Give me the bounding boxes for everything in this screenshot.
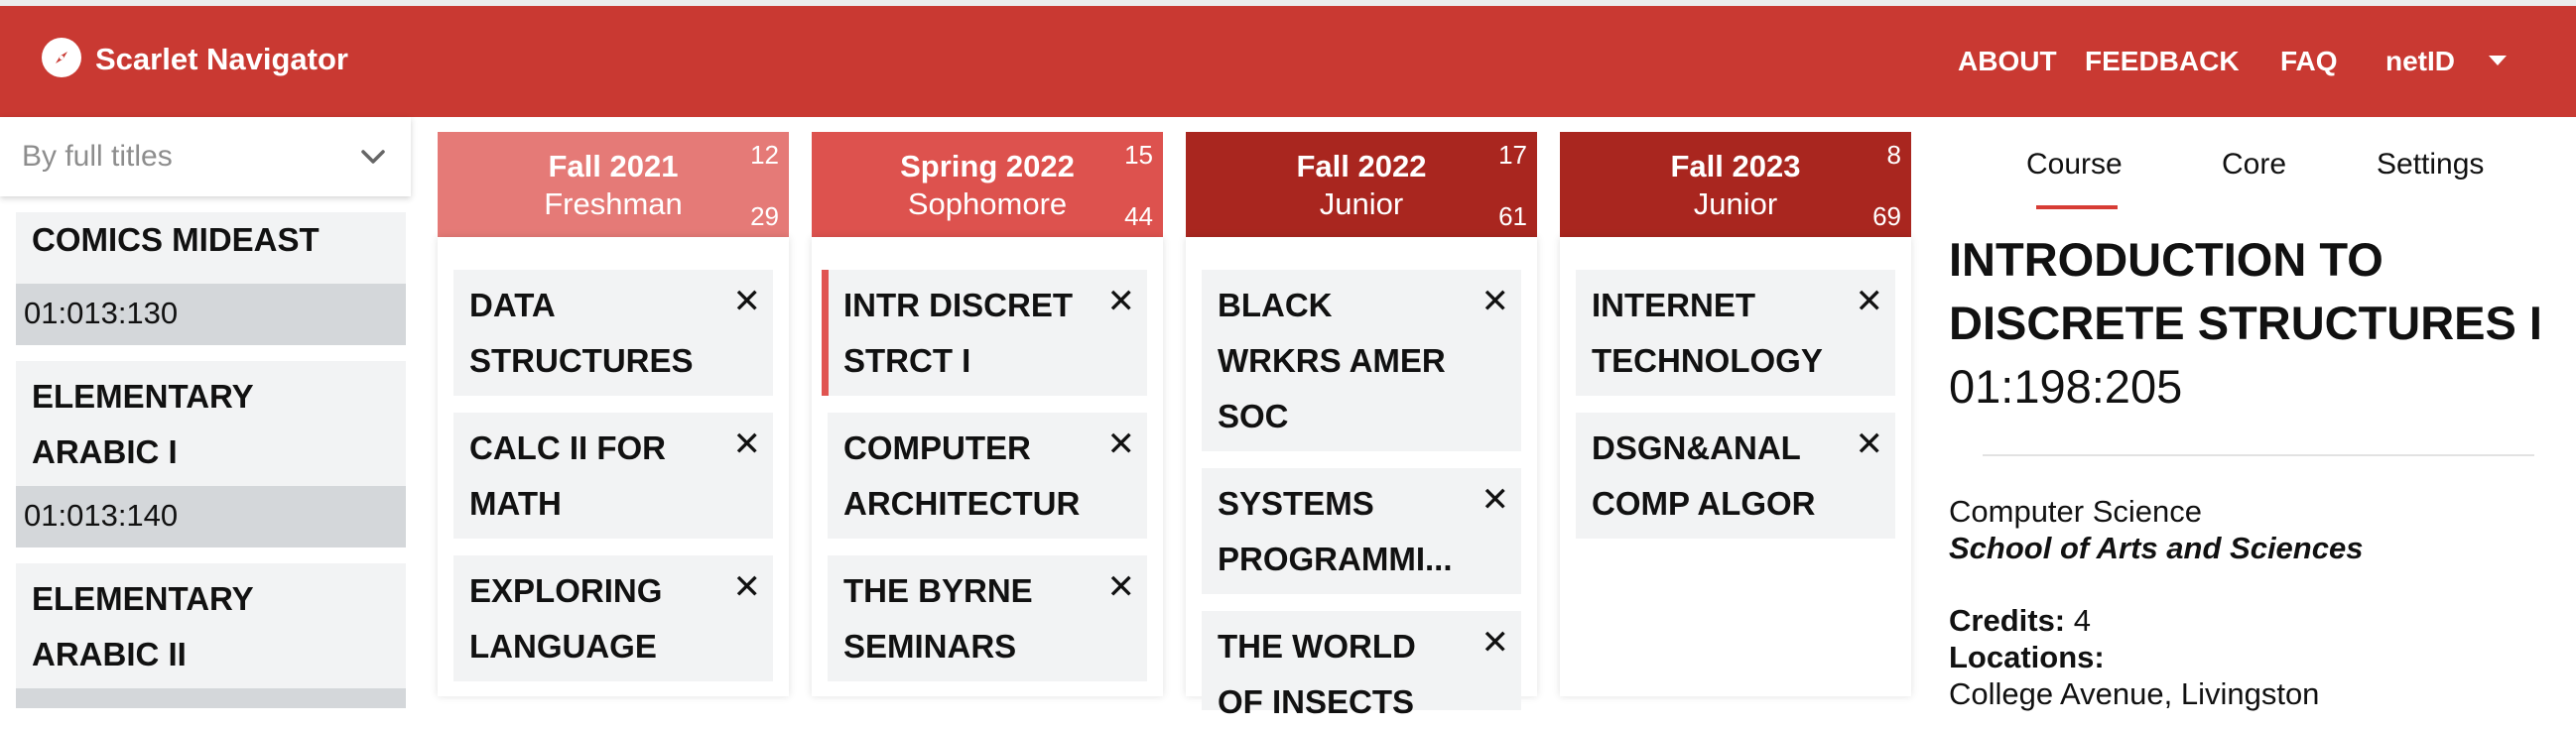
remove-course-icon[interactable]: ✕ bbox=[1856, 426, 1884, 462]
locations-label: Locations: bbox=[1949, 640, 2105, 674]
semester-header[interactable]: Spring 2022 Sophomore 15 44 bbox=[812, 132, 1163, 237]
course-detail-title: INTRODUCTION TO DISCRETE STRUCTURES I bbox=[1949, 233, 2542, 349]
course-card[interactable]: DATA STRUCTURES ✕ bbox=[453, 270, 773, 396]
semester-name: Fall 2021 bbox=[548, 149, 679, 183]
course-card[interactable]: SYSTEMS PROGRAMMI... ✕ bbox=[1202, 468, 1521, 594]
search-mode-label: By full titles bbox=[22, 140, 173, 173]
course-detail-code: 01:198:205 bbox=[1949, 360, 2183, 413]
search-result-code: 01:013:140 bbox=[16, 486, 406, 548]
search-result-item[interactable]: ELEMENTARY ARABIC II bbox=[16, 563, 406, 702]
cumulative-credits: 44 bbox=[1124, 201, 1153, 231]
course-card[interactable]: BLACK WRKRS AMER SOC ✕ bbox=[1202, 270, 1521, 451]
semester-year: Junior bbox=[1693, 186, 1778, 221]
semester-column: INTERNET TECHNOLOGY ✕ DSGN&ANAL COMP ALGOR… bbox=[1560, 237, 1911, 696]
course-card-title: COMPUTER ARCHITECTUR bbox=[843, 429, 1081, 522]
course-card-title: THE WORLD OF INSECTS bbox=[1218, 628, 1416, 720]
active-tab-indicator bbox=[2036, 205, 2118, 209]
compass-icon bbox=[42, 38, 81, 77]
course-card-title: THE BYRNE SEMINARS bbox=[843, 572, 1033, 665]
semester-year: Junior bbox=[1319, 186, 1404, 221]
course-card[interactable]: THE BYRNE SEMINARS ✕ bbox=[828, 555, 1147, 681]
semester-name: Spring 2022 bbox=[900, 149, 1075, 183]
cumulative-credits: 61 bbox=[1498, 201, 1527, 231]
chevron-down-icon[interactable] bbox=[359, 147, 387, 167]
app-brand[interactable]: Scarlet Navigator bbox=[95, 40, 348, 79]
tab-course[interactable]: Course bbox=[2026, 139, 2123, 190]
search-mode-select[interactable]: By full titles bbox=[0, 117, 411, 196]
search-result-code bbox=[16, 688, 406, 708]
course-card-title: EXPLORING LANGUAGE bbox=[469, 572, 663, 665]
semester-header[interactable]: Fall 2022 Junior 17 61 bbox=[1186, 132, 1537, 237]
course-school: School of Arts and Sciences bbox=[1949, 531, 2364, 565]
semester-name: Fall 2022 bbox=[1296, 149, 1427, 183]
course-card-title: DSGN&ANAL COMP ALGOR bbox=[1592, 429, 1816, 522]
semester-credits: 8 bbox=[1886, 140, 1901, 170]
remove-course-icon[interactable]: ✕ bbox=[1107, 426, 1136, 462]
semester-credits: 17 bbox=[1498, 140, 1527, 170]
search-result-title: ARABIC I bbox=[32, 433, 178, 470]
selection-indicator bbox=[822, 270, 829, 396]
course-card[interactable]: COMPUTER ARCHITECTUR ✕ bbox=[828, 413, 1147, 539]
nav-feedback-link[interactable]: FEEDBACK bbox=[2085, 42, 2240, 81]
course-card[interactable]: CALC II FOR MATH ✕ bbox=[453, 413, 773, 539]
semester-header[interactable]: Fall 2023 Junior 8 69 bbox=[1560, 132, 1911, 237]
locations-value: College Avenue, Livingston bbox=[1949, 676, 2320, 711]
chevron-down-icon[interactable] bbox=[2489, 56, 2507, 65]
search-result-code: 01:013:130 bbox=[16, 284, 406, 345]
course-credits: Credits: 4 bbox=[1949, 601, 2091, 641]
search-result-title: ARABIC II bbox=[32, 636, 187, 672]
nav-faq-link[interactable]: FAQ bbox=[2280, 42, 2338, 81]
semester-name: Fall 2023 bbox=[1670, 149, 1801, 183]
semester-column: DATA STRUCTURES ✕ CALC II FOR MATH ✕ EXPLO… bbox=[438, 237, 789, 696]
semester-header[interactable]: Fall 2021 Freshman 12 29 bbox=[438, 132, 789, 237]
course-card-title: INTR DISCRET STRCT I bbox=[843, 287, 1073, 379]
semester-year: Sophomore bbox=[907, 186, 1068, 221]
remove-course-icon[interactable]: ✕ bbox=[733, 284, 762, 319]
semester-credits: 15 bbox=[1124, 140, 1153, 170]
course-department: Computer Science bbox=[1949, 494, 2203, 529]
semester-year: Freshman bbox=[544, 186, 683, 221]
semester-credits: 12 bbox=[750, 140, 779, 170]
remove-course-icon[interactable]: ✕ bbox=[1481, 284, 1510, 319]
course-card-selected[interactable]: INTR DISCRET STRCT I ✕ bbox=[822, 270, 1147, 396]
tab-core[interactable]: Core bbox=[2222, 139, 2286, 190]
course-card-title: DATA STRUCTURES bbox=[469, 287, 694, 379]
credits-value: 4 bbox=[2073, 603, 2092, 638]
search-result-code-text: 01:013:140 bbox=[24, 498, 179, 533]
course-card-title: CALC II FOR MATH bbox=[469, 429, 666, 522]
course-card-title: INTERNET TECHNOLOGY bbox=[1592, 287, 1823, 379]
remove-course-icon[interactable]: ✕ bbox=[733, 426, 762, 462]
divider bbox=[1983, 454, 2534, 456]
course-card[interactable]: INTERNET TECHNOLOGY ✕ bbox=[1576, 270, 1895, 396]
cumulative-credits: 29 bbox=[750, 201, 779, 231]
cumulative-credits: 69 bbox=[1872, 201, 1901, 231]
course-card[interactable]: THE WORLD OF INSECTS ✕ bbox=[1202, 611, 1521, 720]
user-menu-button[interactable]: netID bbox=[2385, 42, 2455, 81]
remove-course-icon[interactable]: ✕ bbox=[1107, 569, 1136, 605]
search-result-title: COMICS MIDEAST bbox=[32, 221, 320, 258]
course-card-title: SYSTEMS PROGRAMMI... bbox=[1218, 485, 1453, 577]
search-result-title: ELEMENTARY bbox=[32, 580, 254, 617]
semester-column: BLACK WRKRS AMER SOC ✕ SYSTEMS PROGRAMMI...… bbox=[1186, 237, 1537, 720]
nav-about-link[interactable]: ABOUT bbox=[1958, 42, 2057, 81]
semester-column: INTR DISCRET STRCT I ✕ COMPUTER ARCHITECTU… bbox=[812, 237, 1163, 696]
credits-label: Credits: bbox=[1949, 603, 2066, 638]
course-card[interactable]: EXPLORING LANGUAGE ✕ bbox=[453, 555, 773, 681]
top-navbar: Scarlet Navigator ABOUT FEEDBACK FAQ net… bbox=[0, 0, 2576, 117]
remove-course-icon[interactable]: ✕ bbox=[1481, 482, 1510, 518]
search-result-code-text: 01:013:130 bbox=[24, 296, 179, 330]
remove-course-icon[interactable]: ✕ bbox=[1481, 625, 1510, 661]
course-search-results: COMICS MIDEAST 01:013:130 ELEMENTARY ARA… bbox=[0, 196, 411, 708]
tab-settings[interactable]: Settings bbox=[2377, 139, 2484, 190]
course-card-title: BLACK WRKRS AMER SOC bbox=[1218, 287, 1446, 434]
search-result-title: ELEMENTARY bbox=[32, 378, 254, 415]
remove-course-icon[interactable]: ✕ bbox=[1856, 284, 1884, 319]
course-card[interactable]: DSGN&ANAL COMP ALGOR ✕ bbox=[1576, 413, 1895, 539]
remove-course-icon[interactable]: ✕ bbox=[733, 569, 762, 605]
remove-course-icon[interactable]: ✕ bbox=[1107, 284, 1136, 319]
